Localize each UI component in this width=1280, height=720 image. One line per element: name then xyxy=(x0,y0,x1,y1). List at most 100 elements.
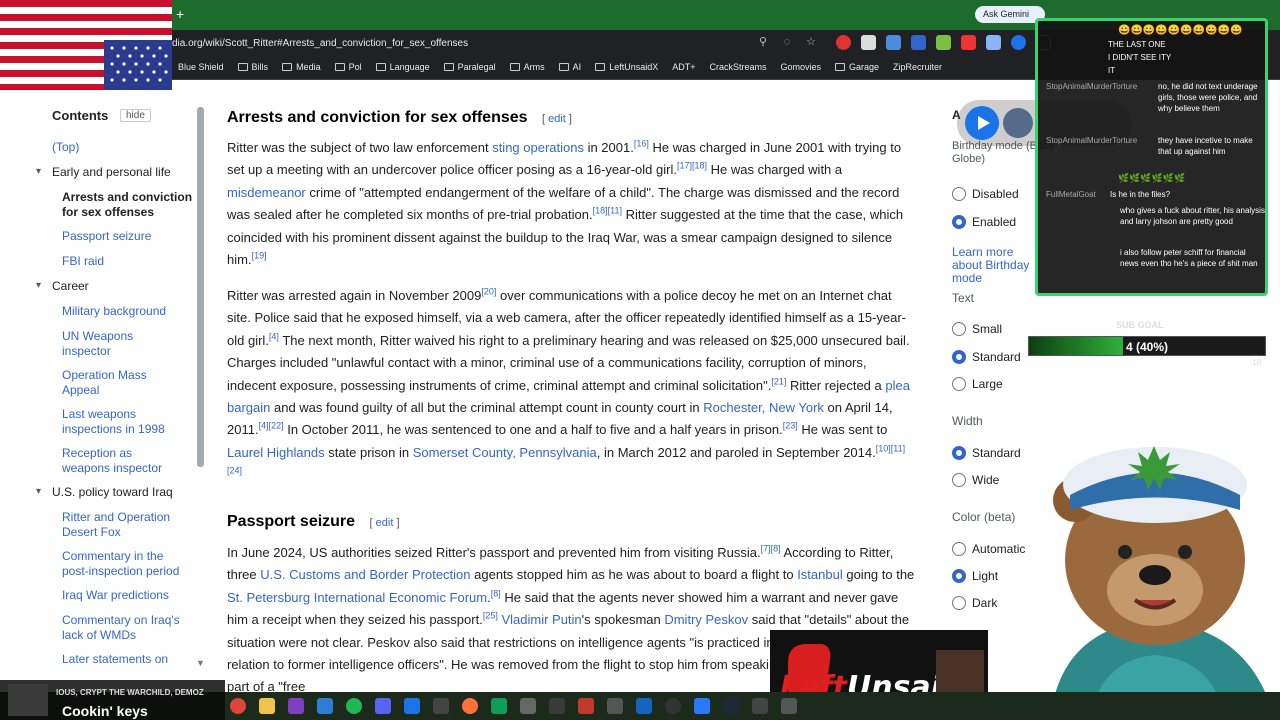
link[interactable]: Istanbul xyxy=(797,567,843,582)
link[interactable]: St. Petersburg International Economic Fo… xyxy=(227,590,487,605)
bookmark-item[interactable]: Garage xyxy=(835,62,879,72)
extension-icon[interactable] xyxy=(961,35,976,50)
toc-item[interactable]: Career xyxy=(52,279,89,294)
toc-item[interactable]: Reception as weapons inspector xyxy=(62,446,182,475)
radio-automatic[interactable]: Automatic xyxy=(952,542,1025,556)
toc-item[interactable]: FBI raid xyxy=(62,254,104,269)
app-icon[interactable] xyxy=(636,698,652,714)
bookmark-item[interactable]: Language xyxy=(375,62,430,72)
app-icon[interactable] xyxy=(491,698,507,714)
toc-item[interactable]: Passport seizure xyxy=(62,229,151,244)
bookmark-item[interactable]: Paralegal xyxy=(443,62,496,72)
toc-item[interactable]: Operation Mass Appeal xyxy=(62,368,172,397)
chat-message: THE LAST ONE xyxy=(1108,40,1166,49)
discord-icon[interactable] xyxy=(375,698,391,714)
toc-item[interactable]: Military background xyxy=(62,304,166,319)
toc-item-active[interactable]: Arrests and conviction for sex offenses xyxy=(62,190,202,219)
link[interactable]: Rochester, New York xyxy=(703,400,824,415)
radio-light[interactable]: Light xyxy=(952,569,998,583)
extension-icon[interactable] xyxy=(936,35,951,50)
radio-dark[interactable]: Dark xyxy=(952,596,997,610)
link[interactable]: U.S. Customs and Border Protection xyxy=(260,567,470,582)
chevron-down-icon[interactable]: ▾ xyxy=(36,280,41,291)
radio-large[interactable]: Large xyxy=(952,377,1003,391)
toc-item[interactable]: Iraq War predictions xyxy=(62,588,169,603)
folder-icon[interactable] xyxy=(259,698,275,714)
toc-item[interactable]: Ritter and Operation Desert Fox xyxy=(62,510,182,539)
sub-goal-bar: 4 (40%) xyxy=(1028,336,1266,356)
toc-item[interactable]: U.S. policy toward Iraq xyxy=(52,485,173,500)
link[interactable]: Vladimir Putin xyxy=(501,612,581,627)
new-tab-button[interactable]: + xyxy=(176,6,184,22)
chrome-icon[interactable] xyxy=(230,698,246,714)
link[interactable]: Somerset County, Pennsylvania xyxy=(413,445,597,460)
star-icon[interactable]: ☆ xyxy=(804,35,818,49)
scroll-down-icon[interactable]: ▼ xyxy=(196,658,205,668)
bookmark-item[interactable]: ADT+ xyxy=(672,62,695,72)
link[interactable]: Dmitry Peskov xyxy=(664,612,748,627)
app-icon[interactable] xyxy=(288,698,304,714)
toc-item[interactable]: Last weapons inspections in 1998 xyxy=(62,407,182,436)
radio-standard[interactable]: Standard xyxy=(952,350,1021,364)
toc-item[interactable]: Commentary on Iraq's lack of WMDs xyxy=(62,613,192,642)
bookmark-item[interactable]: CrackStreams xyxy=(709,62,766,72)
spotify-icon[interactable] xyxy=(346,698,362,714)
play-button[interactable] xyxy=(965,106,999,140)
radio-disabled[interactable]: Disabled xyxy=(952,187,1019,201)
bookmark-item[interactable]: Media xyxy=(282,62,321,72)
bookmark-item[interactable]: LeftUnsaidX xyxy=(595,62,658,72)
bookmark-item[interactable]: Arms xyxy=(509,62,545,72)
bookmark-item[interactable]: Bills xyxy=(237,62,268,72)
toc-item[interactable]: UN Weapons inspector xyxy=(62,329,182,358)
radio-wide[interactable]: Wide xyxy=(952,473,999,487)
link[interactable]: misdemeanor xyxy=(227,185,306,200)
link[interactable]: Laurel Highlands xyxy=(227,445,325,460)
address-bar[interactable]: dia.org/wiki/Scott_Ritter#Arrests_and_co… xyxy=(172,38,468,49)
chevron-down-icon[interactable]: ▾ xyxy=(36,486,41,497)
toc-scrollbar[interactable] xyxy=(197,107,204,467)
app-icon[interactable] xyxy=(752,698,768,714)
app-icon[interactable] xyxy=(607,698,623,714)
paragraph: Ritter was the subject of two law enforc… xyxy=(227,138,904,268)
toc-hide-button[interactable]: hide xyxy=(120,109,151,122)
app-icon[interactable] xyxy=(665,698,681,714)
app-icon[interactable] xyxy=(404,698,420,714)
eye-off-icon[interactable]: ◌ xyxy=(780,35,794,49)
app-icon[interactable] xyxy=(520,698,536,714)
extension-icon[interactable] xyxy=(836,35,851,50)
radio-small[interactable]: Small xyxy=(952,322,1002,336)
zoom-icon[interactable]: ⚲ xyxy=(756,35,770,49)
radio-enabled[interactable]: Enabled xyxy=(952,215,1016,229)
bookmark-item[interactable]: Blue Shield xyxy=(178,62,224,72)
section-heading: Passport seizure [ edit ] xyxy=(227,513,400,530)
toc-item[interactable]: Commentary in the post-inspection period xyxy=(62,549,192,578)
learn-more-link[interactable]: Learn more about Birthday mode xyxy=(952,246,1042,285)
link[interactable]: sting operations xyxy=(492,140,584,155)
app-icon[interactable] xyxy=(317,698,333,714)
radio-width-standard[interactable]: Standard xyxy=(952,446,1021,460)
toc-item-top[interactable]: (Top) xyxy=(52,140,79,155)
edit-link[interactable]: [ edit ] xyxy=(370,517,400,529)
chat-message: i also follow peter schiff for financial… xyxy=(1120,248,1258,268)
app-icon[interactable] xyxy=(433,698,449,714)
edit-link[interactable]: [ edit ] xyxy=(542,113,572,125)
extension-icon[interactable] xyxy=(861,35,876,50)
extension-icon[interactable] xyxy=(986,35,1001,50)
app-icon[interactable] xyxy=(694,698,710,714)
bookmark-item[interactable]: Pol xyxy=(334,62,362,72)
firefox-icon[interactable] xyxy=(462,698,478,714)
bookmark-item[interactable]: ZipRecruiter xyxy=(893,62,942,72)
toc-item[interactable]: Early and personal life xyxy=(52,165,171,180)
bookmark-item[interactable]: AI xyxy=(558,62,581,72)
app-icon[interactable] xyxy=(549,698,565,714)
extension-icon[interactable] xyxy=(886,35,901,50)
bookmark-item[interactable]: Gomovies xyxy=(781,62,822,72)
chat-message: IT xyxy=(1108,66,1116,75)
steam-icon[interactable] xyxy=(723,698,739,714)
chevron-down-icon[interactable]: ▾ xyxy=(36,166,41,177)
extension-icon[interactable] xyxy=(1011,35,1026,50)
extension-icon[interactable] xyxy=(911,35,926,50)
app-icon[interactable] xyxy=(578,698,594,714)
app-icon[interactable] xyxy=(781,698,797,714)
toc-item[interactable]: Later statements on xyxy=(62,652,168,667)
